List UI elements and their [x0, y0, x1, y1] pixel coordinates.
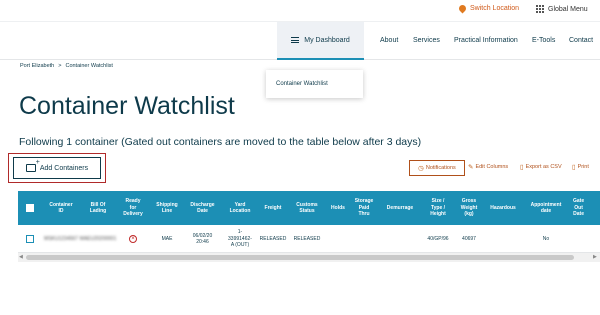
column-header[interactable]: Gate Out Date	[573, 191, 600, 225]
container-id-cell[interactable]: MSKU1234567	[40, 225, 82, 253]
column-header[interactable]: Gross Weight (kg)	[453, 191, 485, 225]
watchlist-table: Container ID Bill Of Lading Ready for De…	[18, 191, 600, 263]
bill-of-lading-cell: MAEU20200001	[79, 235, 117, 242]
grid-icon	[536, 5, 544, 13]
page-title: Container Watchlist	[19, 92, 235, 120]
column-header[interactable]: Discharge Date	[182, 191, 223, 225]
clock-icon: ◷	[418, 165, 424, 172]
print-link[interactable]: ▯ Print	[572, 163, 589, 171]
export-csv-label: Export as CSV	[525, 164, 562, 170]
edit-columns-link[interactable]: ✎ Edit Columns	[468, 163, 508, 171]
not-ready-icon: ×	[129, 235, 137, 243]
add-container-icon	[25, 159, 40, 172]
gross-weight-cell: 40697	[462, 235, 476, 242]
freight-cell: RELEASED	[259, 235, 287, 242]
breadcrumb-home[interactable]: Port Elizabeth	[20, 63, 54, 69]
column-header[interactable]: Container ID	[40, 191, 82, 225]
breadcrumb-separator: >	[58, 63, 62, 69]
column-header[interactable]: Customs Status	[289, 191, 325, 225]
column-header[interactable]: Hazardous	[485, 191, 521, 225]
nav-item-e-tools[interactable]: E-Tools	[532, 37, 555, 44]
table-row[interactable]: MSKU1234567 MAEU20200001 × MAE 06/02/20 …	[18, 225, 600, 253]
column-header[interactable]: Demurrage	[377, 191, 423, 225]
nav-item-contact[interactable]: Contact	[569, 37, 593, 44]
nav-item-practical-information[interactable]: Practical Information	[454, 37, 518, 44]
column-header[interactable]: Freight	[257, 191, 289, 225]
row-checkbox[interactable]	[26, 235, 34, 243]
switch-location-link[interactable]: Switch Location	[457, 3, 520, 14]
edit-columns-label: Edit Columns	[475, 164, 509, 170]
pencil-icon: ✎	[468, 164, 474, 171]
column-header[interactable]: Size / Type / Height	[423, 191, 453, 225]
customs-status-cell: RELEASED	[293, 235, 321, 242]
column-header[interactable]: Yard Location	[223, 191, 257, 225]
notifications-label: Notifications	[425, 165, 456, 171]
yard-location-cell: 1- 33991462- A (OUT)	[228, 229, 252, 249]
discharge-date-cell: 06/02/20 20:46	[192, 232, 213, 246]
utility-bar: Switch Location Global Menu	[0, 0, 600, 22]
add-containers-button[interactable]: Add Containers	[8, 153, 106, 183]
scroll-right-icon[interactable]: ▶	[593, 254, 597, 260]
print-label: Print	[577, 164, 589, 170]
location-pin-icon	[457, 3, 468, 14]
breadcrumb-current: Container Watchlist	[65, 63, 113, 69]
shipping-line-cell: MAE	[161, 235, 173, 242]
size-type-height-cell: 40/GP/96	[427, 235, 449, 242]
notifications-button[interactable]: ◷ Notifications	[409, 160, 465, 176]
print-icon: ▯	[572, 164, 576, 171]
dropdown-item-container-watchlist[interactable]: Container Watchlist	[276, 81, 353, 87]
table-header: Container ID Bill Of Lading Ready for De…	[18, 191, 600, 225]
add-containers-label: Add Containers	[39, 164, 89, 172]
scroll-left-icon[interactable]: ◀	[19, 254, 23, 260]
main-nav: My Dashboard About Services Practical In…	[0, 22, 600, 60]
column-header[interactable]: Holds	[325, 191, 351, 225]
global-menu-link[interactable]: Global Menu	[536, 5, 588, 13]
dashboard-dropdown: Container Watchlist	[266, 70, 363, 98]
column-header[interactable]: Ready for Delivery	[114, 191, 152, 225]
my-dashboard-label: My Dashboard	[304, 36, 350, 44]
nav-item-services[interactable]: Services	[413, 37, 440, 44]
column-header[interactable]: Appointment date	[521, 191, 571, 225]
column-header[interactable]: Bill Of Lading	[82, 191, 114, 225]
ready-for-delivery-cell: ×	[114, 225, 152, 253]
menu-icon	[291, 37, 300, 43]
column-header[interactable]: Shipping Line	[152, 191, 182, 225]
scrollbar-thumb[interactable]	[26, 255, 574, 260]
switch-location-label: Switch Location	[470, 5, 520, 12]
breadcrumb: Port Elizabeth > Container Watchlist	[20, 63, 113, 69]
nav-item-about[interactable]: About	[380, 37, 398, 44]
column-header[interactable]: Storage Paid Thru	[351, 191, 377, 225]
global-menu-label: Global Menu	[548, 5, 588, 13]
add-containers-inner: Add Containers	[13, 157, 101, 179]
export-csv-link[interactable]: ▯ Export as CSV	[520, 163, 562, 171]
document-icon: ▯	[520, 164, 524, 171]
appointment-date-cell: No	[542, 235, 550, 242]
horizontal-scrollbar[interactable]: ◀ ▶	[18, 253, 600, 262]
my-dashboard-tab[interactable]: My Dashboard	[277, 22, 364, 60]
page-subtitle: Following 1 container (Gated out contain…	[19, 136, 422, 148]
select-all-checkbox[interactable]	[26, 204, 34, 212]
